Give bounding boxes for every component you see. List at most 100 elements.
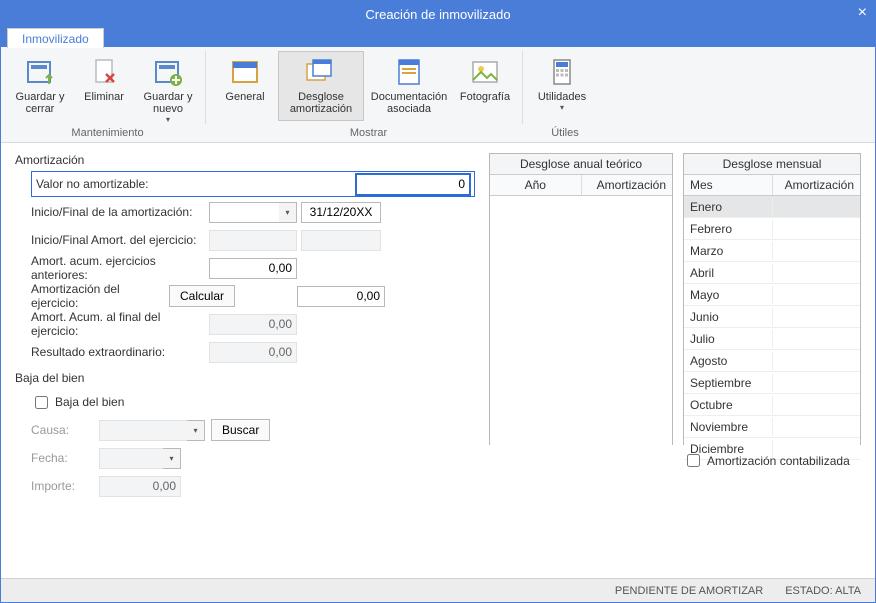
tab-inmovilizado[interactable]: Inmovilizado <box>7 28 104 48</box>
table-row[interactable]: Abril <box>684 262 860 284</box>
tabstrip: Inmovilizado <box>1 27 875 47</box>
window-title: Creación de inmovilizado <box>365 7 510 22</box>
calcular-button[interactable]: Calcular <box>169 285 235 307</box>
inicio-ej-input <box>209 230 297 251</box>
ribbon-group-mantenimiento: Guardar y cerrar Eliminar Guardar y nuev… <box>7 51 208 142</box>
utilidades-button[interactable]: Utilidades ▾ <box>531 51 593 121</box>
general-button[interactable]: General <box>214 51 276 121</box>
grid-anual-body[interactable] <box>490 196 672 456</box>
documentacion-button[interactable]: Documentación asociada <box>366 51 452 121</box>
general-icon <box>229 56 261 88</box>
buscar-button[interactable]: Buscar <box>211 419 270 441</box>
desglose-icon <box>305 56 337 88</box>
row-inicio-final: Inicio/Final de la amortización: ▾ <box>31 199 475 225</box>
ribbon: Guardar y cerrar Eliminar Guardar y nuev… <box>1 47 875 143</box>
amort-cell <box>773 271 861 275</box>
photo-icon <box>469 56 501 88</box>
table-row[interactable]: Agosto <box>684 350 860 372</box>
chevron-down-icon: ▾ <box>560 104 564 113</box>
amort-cell <box>773 249 861 253</box>
save-new-icon <box>152 56 184 88</box>
valor-no-amortizable-input[interactable] <box>356 174 470 195</box>
mes-cell: Mayo <box>684 286 773 304</box>
content: Amortización Valor no amortizable: Inici… <box>1 143 875 578</box>
fecha-input[interactable] <box>99 448 163 469</box>
fecha-dropdown[interactable]: ▾ <box>163 448 181 469</box>
baja-checkbox-input[interactable] <box>35 396 48 409</box>
inicio-amort-dropdown[interactable]: ▾ <box>279 202 297 223</box>
fotografia-label: Fotografía <box>460 91 510 103</box>
amort-cell <box>773 205 861 209</box>
mes-cell: Enero <box>684 198 773 216</box>
table-row[interactable]: Marzo <box>684 240 860 262</box>
row-fecha: Fecha: ▾ <box>31 445 475 471</box>
grid-anual: Desglose anual teórico Año Amortización <box>489 153 673 445</box>
acum-final-label: Amort. Acum. al final del ejercicio: <box>31 310 209 338</box>
inicio-amort-input[interactable] <box>209 202 279 223</box>
guardar-cerrar-button[interactable]: Guardar y cerrar <box>9 51 71 121</box>
documentacion-icon <box>393 56 425 88</box>
acum-final-input <box>209 314 297 335</box>
row-resultado: Resultado extraordinario: <box>31 339 475 365</box>
fotografia-button[interactable]: Fotografía <box>454 51 516 121</box>
table-row[interactable]: Octubre <box>684 394 860 416</box>
table-row[interactable]: Julio <box>684 328 860 350</box>
left-column: Amortización Valor no amortizable: Inici… <box>15 153 475 578</box>
contabilizada-checkbox[interactable]: Amortización contabilizada <box>683 451 861 470</box>
col-amort-mensual[interactable]: Amortización <box>773 175 861 195</box>
mes-cell: Agosto <box>684 352 773 370</box>
table-row[interactable]: Febrero <box>684 218 860 240</box>
causa-dropdown[interactable]: ▾ <box>187 420 205 441</box>
group-label-utiles: Útiles <box>551 124 579 142</box>
grid-mensual-body[interactable]: Enero Febrero Marzo Abril Mayo JunioJulio Agos… <box>684 196 860 460</box>
mes-cell: Noviembre <box>684 418 773 436</box>
row-ejercicio: Amortización del ejercicio: Calcular <box>31 283 475 309</box>
grid-mensual-columns: Mes Amortización <box>684 175 860 196</box>
acum-anterior-label: Amort. acum. ejercicios anteriores: <box>31 254 209 282</box>
importe-label: Importe: <box>31 479 99 493</box>
baja-checkbox[interactable]: Baja del bien <box>31 393 124 412</box>
table-row[interactable]: Enero <box>684 196 860 218</box>
ejercicio-input[interactable] <box>297 286 385 307</box>
desglose-button[interactable]: Desglose amortización <box>278 51 364 121</box>
row-baja-checkbox: Baja del bien <box>31 389 475 415</box>
amort-cell <box>773 447 861 451</box>
statusbar: PENDIENTE DE AMORTIZAR ESTADO: ALTA <box>1 578 875 602</box>
col-mes[interactable]: Mes <box>684 175 773 195</box>
grid-mensual-title: Desglose mensual <box>684 154 860 175</box>
documentacion-label: Documentación asociada <box>367 91 451 115</box>
desglose-label: Desglose amortización <box>279 91 363 115</box>
save-close-icon <box>24 56 56 88</box>
final-ej-input <box>301 230 381 251</box>
row-acum-final: Amort. Acum. al final del ejercicio: <box>31 311 475 337</box>
mes-cell: Octubre <box>684 396 773 414</box>
col-amort-anual[interactable]: Amortización <box>582 175 673 195</box>
chevron-down-icon: ▾ <box>166 116 170 125</box>
row-importe: Importe: <box>31 473 475 499</box>
contabilizada-label: Amortización contabilizada <box>707 454 850 468</box>
col-ano[interactable]: Año <box>490 175 582 195</box>
mes-cell: Septiembre <box>684 374 773 392</box>
utilidades-label: Utilidades <box>538 91 586 103</box>
table-row[interactable]: Septiembre <box>684 372 860 394</box>
status-estado: ESTADO: ALTA <box>785 585 861 597</box>
acum-anterior-input[interactable] <box>209 258 297 279</box>
causa-input[interactable] <box>99 420 187 441</box>
baja-heading: Baja del bien <box>15 371 475 385</box>
amort-cell <box>773 381 861 385</box>
guardar-nuevo-button[interactable]: Guardar y nuevo ▾ <box>137 51 199 121</box>
eliminar-button[interactable]: Eliminar <box>73 51 135 121</box>
row-acum-anterior: Amort. acum. ejercicios anteriores: <box>31 255 475 281</box>
row-valor-no-amortizable: Valor no amortizable: <box>31 171 475 197</box>
final-amort-input[interactable] <box>301 202 381 223</box>
close-icon[interactable]: × <box>858 4 867 22</box>
group-label-mantenimiento: Mantenimiento <box>71 124 143 142</box>
amort-cell <box>773 227 861 231</box>
mes-cell: Marzo <box>684 242 773 260</box>
table-row[interactable]: Noviembre <box>684 416 860 438</box>
eliminar-label: Eliminar <box>84 91 124 103</box>
table-row[interactable]: Mayo <box>684 284 860 306</box>
table-row[interactable]: Junio <box>684 306 860 328</box>
amortizacion-heading: Amortización <box>15 153 475 167</box>
contabilizada-checkbox-input[interactable] <box>687 454 700 467</box>
